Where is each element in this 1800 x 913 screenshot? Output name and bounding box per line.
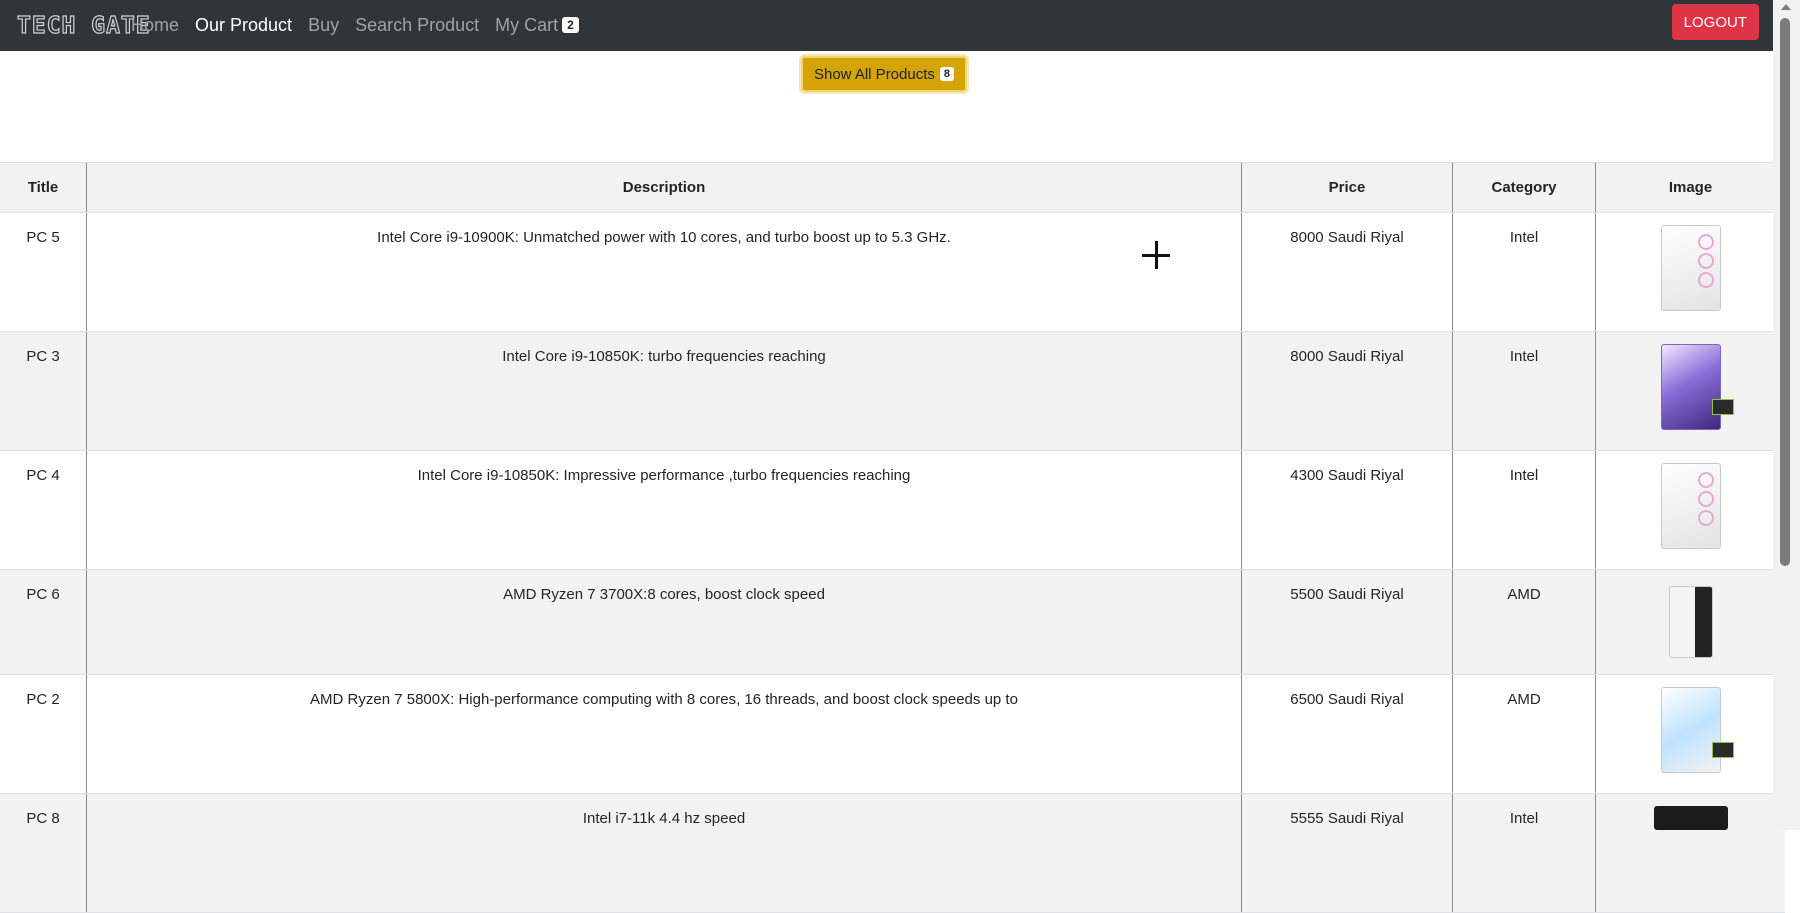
cell-price: 4300 Saudi Riyal: [1241, 450, 1453, 570]
cell-category: AMD: [1452, 674, 1596, 794]
cell-title: PC 6: [0, 569, 87, 675]
cell-price: 6500 Saudi Riyal: [1241, 674, 1453, 794]
header-category: Category: [1452, 162, 1596, 213]
product-count-badge: 8: [939, 67, 955, 81]
cell-image: [1595, 569, 1785, 675]
cell-description: Intel Core i9-10850K: Impressive perform…: [86, 450, 1242, 570]
nav-my-cart[interactable]: My Cart 2: [495, 15, 579, 36]
cell-title: PC 2: [0, 674, 87, 794]
scroll-thumb[interactable]: [1780, 18, 1790, 566]
cell-description: Intel Core i9-10900K: Unmatched power wi…: [86, 212, 1242, 332]
nav-buy[interactable]: Buy: [308, 15, 339, 36]
cell-title: PC 5: [0, 212, 87, 332]
cell-description: Intel Core i9-10850K: turbo frequencies …: [86, 331, 1242, 451]
cell-category: Intel: [1452, 331, 1596, 451]
header-image: Image: [1595, 162, 1785, 213]
table-row: PC 4 Intel Core i9-10850K: Impressive pe…: [0, 450, 1785, 570]
cell-image: [1595, 331, 1785, 451]
product-image: [1660, 344, 1734, 430]
product-image: [1668, 586, 1713, 658]
table-row: PC 6 AMD Ryzen 7 3700X:8 cores, boost cl…: [0, 569, 1785, 675]
table-header-row: Title Description Price Category Image: [0, 162, 1785, 213]
cell-category: AMD: [1452, 569, 1596, 675]
logout-button[interactable]: LOGOUT: [1671, 4, 1759, 40]
cell-price: 5555 Saudi Riyal: [1241, 793, 1453, 913]
header-description: Description: [86, 162, 1242, 213]
products-table: Title Description Price Category Image P…: [0, 162, 1785, 913]
cell-description: AMD Ryzen 7 5800X: High-performance comp…: [86, 674, 1242, 794]
cell-category: Intel: [1452, 212, 1596, 332]
cell-category: Intel: [1452, 793, 1596, 913]
cell-title: PC 8: [0, 793, 87, 913]
nav-my-cart-label: My Cart: [495, 15, 559, 35]
top-navbar: TECH GATE Home Our Product Buy Search Pr…: [0, 0, 1773, 51]
cell-image: [1595, 674, 1785, 794]
cell-image: [1595, 450, 1785, 570]
cell-price: 8000 Saudi Riyal: [1241, 212, 1453, 332]
header-title: Title: [0, 162, 87, 213]
show-all-label: Show All Products: [813, 65, 935, 83]
cell-price: 8000 Saudi Riyal: [1241, 331, 1453, 451]
cell-description: Intel i7-11k 4.4 hz speed: [86, 793, 1242, 913]
crosshair-cursor-icon: [1142, 241, 1170, 269]
product-image: [1660, 463, 1721, 549]
cell-title: PC 4: [0, 450, 87, 570]
show-all-products-button[interactable]: Show All Products 8: [801, 56, 967, 92]
cell-image: [1595, 212, 1785, 332]
page-scrollbar[interactable]: [1773, 0, 1800, 830]
cell-category: Intel: [1452, 450, 1596, 570]
scroll-up-arrow-icon[interactable]: [1781, 4, 1791, 10]
nav-links: Home Our Product Buy Search Product My C…: [131, 15, 595, 36]
nav-search-product[interactable]: Search Product: [355, 15, 479, 36]
header-price: Price: [1241, 162, 1453, 213]
product-image: [1660, 687, 1734, 773]
cell-title: PC 3: [0, 331, 87, 451]
product-image: [1653, 806, 1728, 830]
site-logo[interactable]: TECH GATE: [16, 12, 150, 39]
nav-our-product[interactable]: Our Product: [195, 15, 292, 36]
cart-count-badge: 2: [562, 17, 579, 33]
table-row: PC 2 AMD Ryzen 7 5800X: High-performance…: [0, 674, 1785, 794]
cell-image: [1595, 793, 1785, 913]
cell-description: AMD Ryzen 7 3700X:8 cores, boost clock s…: [86, 569, 1242, 675]
product-image: [1660, 225, 1721, 311]
nav-home[interactable]: Home: [131, 15, 179, 36]
cell-price: 5500 Saudi Riyal: [1241, 569, 1453, 675]
table-row: PC 5 Intel Core i9-10900K: Unmatched pow…: [0, 212, 1785, 332]
table-row: PC 8 Intel i7-11k 4.4 hz speed 5555 Saud…: [0, 793, 1785, 913]
table-row: PC 3 Intel Core i9-10850K: turbo frequen…: [0, 331, 1785, 451]
